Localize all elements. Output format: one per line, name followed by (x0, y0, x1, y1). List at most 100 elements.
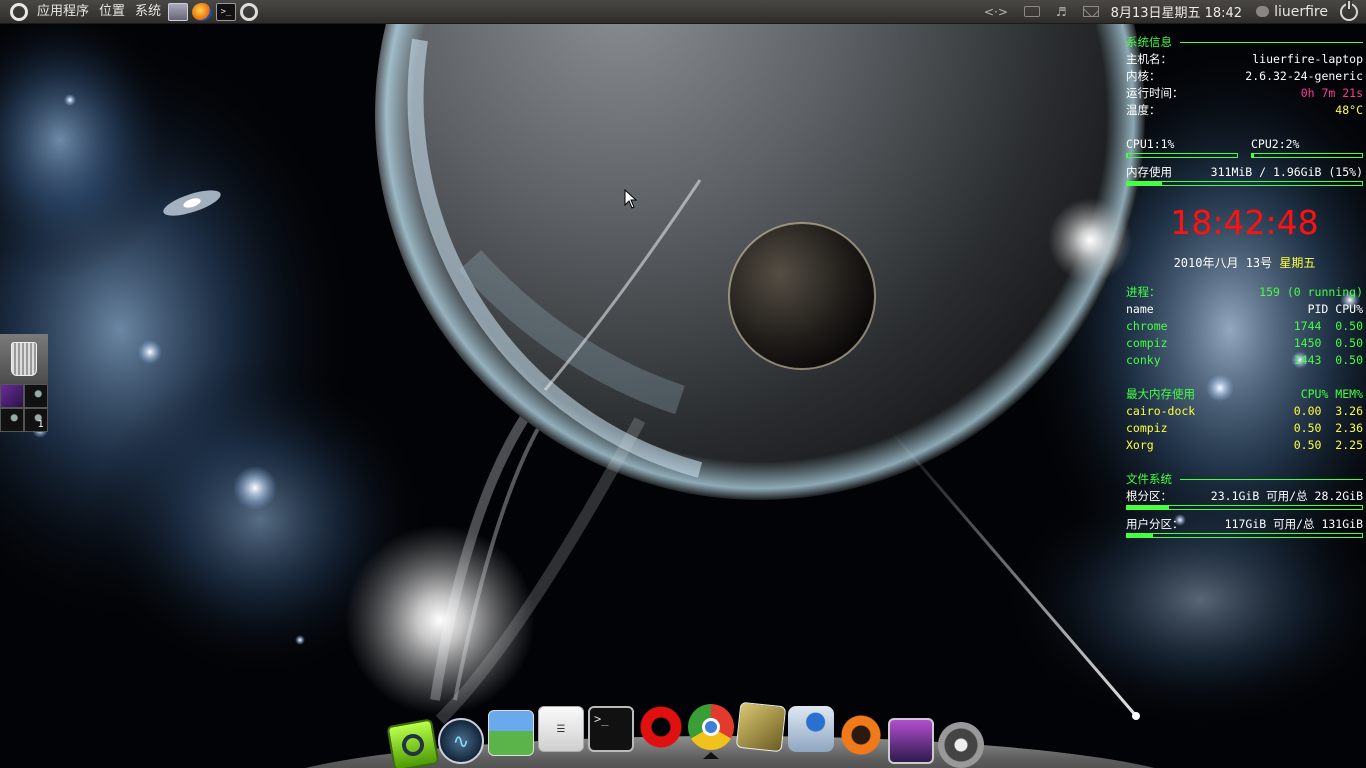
conky-clock: 18:42:48 (1170, 203, 1319, 242)
memory-value: 311MiB / 1.96GiB (15%) (1210, 165, 1363, 179)
top-mem-cpu: 0.50 (1293, 421, 1322, 435)
top-mem-header-row: 最大内存使用 CPU% MEM% (1126, 386, 1363, 403)
volume-icon[interactable]: ♬ (1048, 0, 1075, 24)
home-value: 117GiB 可用/总 131GiB (1224, 517, 1363, 531)
user-menu[interactable]: liuerfire (1250, 4, 1334, 20)
menu-system[interactable]: 系统 (130, 0, 166, 24)
chrome-icon[interactable] (688, 704, 734, 750)
uptime-label: 运行时间： (1126, 86, 1184, 100)
panel-clock[interactable]: 8月13日星期五 18:42 (1107, 2, 1250, 21)
process-row: chrome 1744 0.50 (1126, 318, 1363, 335)
kernel-row: 内核： 2.6.32-24-generic (1126, 68, 1363, 85)
firefox-icon[interactable] (192, 2, 213, 21)
top-mem-headers: CPU% MEM% (1300, 387, 1363, 401)
process-name: compiz (1126, 336, 1168, 350)
workspace-cell[interactable] (0, 408, 24, 432)
cpu1-bar-fill (1127, 154, 1129, 157)
workspace-cell[interactable] (24, 384, 48, 408)
image-viewer-icon[interactable] (735, 701, 787, 753)
menu-applications[interactable]: 应用程序 (32, 0, 94, 24)
ubuntu-logo-icon[interactable] (10, 2, 28, 21)
home-bar (1126, 533, 1363, 538)
process-header-cpu: CPU% (1335, 302, 1363, 316)
process-header-pid: PID (1307, 302, 1329, 316)
opera-icon[interactable] (638, 704, 684, 750)
keyboard-icon (1023, 6, 1040, 17)
top-mem-name: Xorg (1126, 438, 1154, 452)
home-partition-row: 用户分区： 117GiB 可用/总 131GiB (1126, 516, 1363, 533)
root-partition-row: 根分区： 23.1GiB 可用/总 28.2GiB (1126, 488, 1363, 505)
trash-icon[interactable] (0, 334, 48, 384)
process-cpu: 0.50 (1335, 336, 1363, 350)
root-bar-fill (1127, 506, 1170, 509)
top-mem-stats: 0.00 3.26 (1294, 403, 1363, 420)
process-row: compiz 1450 0.50 (1126, 335, 1363, 352)
process-header-row: name PID CPU% (1126, 301, 1363, 318)
top-mem-stats: 0.50 2.36 (1294, 420, 1363, 437)
section-rule (1180, 42, 1363, 43)
user-name: liuerfire (1274, 3, 1328, 20)
system-monitor-icon[interactable] (168, 2, 189, 21)
mail-icon-wrap[interactable] (1075, 0, 1107, 24)
shutdown-icon[interactable] (938, 722, 984, 768)
mail-icon (1082, 6, 1099, 17)
top-panel: 应用程序 位置 系统 >_ <·> ♬ 8月13日星期五 18:42 liuer… (0, 0, 1366, 24)
home-bar-fill (1127, 534, 1153, 537)
ubuntu-tweak-icon[interactable] (386, 718, 440, 768)
chrome-icon[interactable] (240, 2, 259, 21)
process-cpu: 0.50 (1335, 319, 1363, 333)
process-title: 进程： (1126, 285, 1161, 299)
temp-value: 48°C (1335, 103, 1363, 117)
root-label: 根分区： (1126, 489, 1172, 503)
terminal-icon[interactable]: >_ (216, 2, 237, 21)
network-manager-icon[interactable] (788, 706, 834, 752)
cpu2: CPU2:2% (1251, 136, 1363, 158)
cpu2-label: CPU2:2% (1251, 137, 1300, 151)
process-stats: 1443 0.50 (1294, 352, 1363, 369)
hostname-label: 主机名： (1126, 52, 1172, 66)
top-mem-mem: 3.26 (1335, 404, 1363, 418)
workspace-switcher-icon[interactable]: 1 (0, 384, 48, 432)
terminal-icon[interactable]: >_ (588, 706, 634, 752)
screenshot-icon[interactable] (888, 718, 934, 764)
process-stats: 1744 0.50 (1294, 318, 1363, 335)
terminal-prompt: >_ (594, 712, 609, 726)
file-manager-icon[interactable]: ☰ (538, 706, 584, 752)
cpu1-bar (1126, 153, 1238, 158)
kernel-value: 2.6.32-24-generic (1245, 69, 1363, 83)
system-monitor-icon[interactable]: ∿ (438, 718, 484, 764)
network-icon[interactable]: <·> (976, 0, 1016, 24)
workspace-cell[interactable]: 1 (24, 408, 48, 432)
chat-bubble-icon (1256, 6, 1270, 17)
running-indicator (703, 752, 719, 759)
chrome-center (702, 718, 720, 736)
cpu1-label: CPU1:1% (1126, 137, 1175, 151)
section-title: 文件系统 (1126, 472, 1172, 486)
hostname-value: liuerfire-laptop (1252, 52, 1363, 66)
process-header-pid-cpu: PID CPU% (1308, 301, 1363, 318)
top-mem-cpu: 0.00 (1293, 404, 1322, 418)
panel-right: <·> ♬ 8月13日星期五 18:42 liuerfire (976, 0, 1366, 24)
desktop-icon[interactable] (488, 710, 534, 756)
process-pid: 1744 (1293, 319, 1322, 333)
mouse-cursor-icon (624, 188, 638, 213)
section-filesystem: 文件系统 (1126, 471, 1363, 488)
menu-places[interactable]: 位置 (94, 0, 130, 24)
ubuntu-icon[interactable] (838, 712, 884, 758)
power-icon[interactable] (1340, 0, 1358, 21)
root-bar (1126, 505, 1363, 510)
panel-left: 应用程序 位置 系统 >_ (0, 0, 260, 24)
top-mem-cpu: 0.50 (1293, 438, 1322, 452)
section-rule (1180, 479, 1363, 480)
bottom-dock: ∿ ☰ >_ (386, 700, 986, 768)
cpu2-bar-fill (1252, 154, 1255, 157)
keyboard-icon-wrap[interactable] (1016, 0, 1048, 24)
top-mem-row: cairo-dock 0.00 3.26 (1126, 403, 1363, 420)
workspace-cell[interactable] (0, 384, 24, 408)
process-pid: 1450 (1293, 336, 1322, 350)
top-mem-name: compiz (1126, 421, 1168, 435)
date-text: 2010年八月 13号 (1173, 256, 1273, 270)
cpu-pair: CPU1:1% CPU2:2% (1126, 136, 1363, 158)
process-row: conky 1443 0.50 (1126, 352, 1363, 369)
top-mem-title: 最大内存使用 (1126, 387, 1195, 401)
